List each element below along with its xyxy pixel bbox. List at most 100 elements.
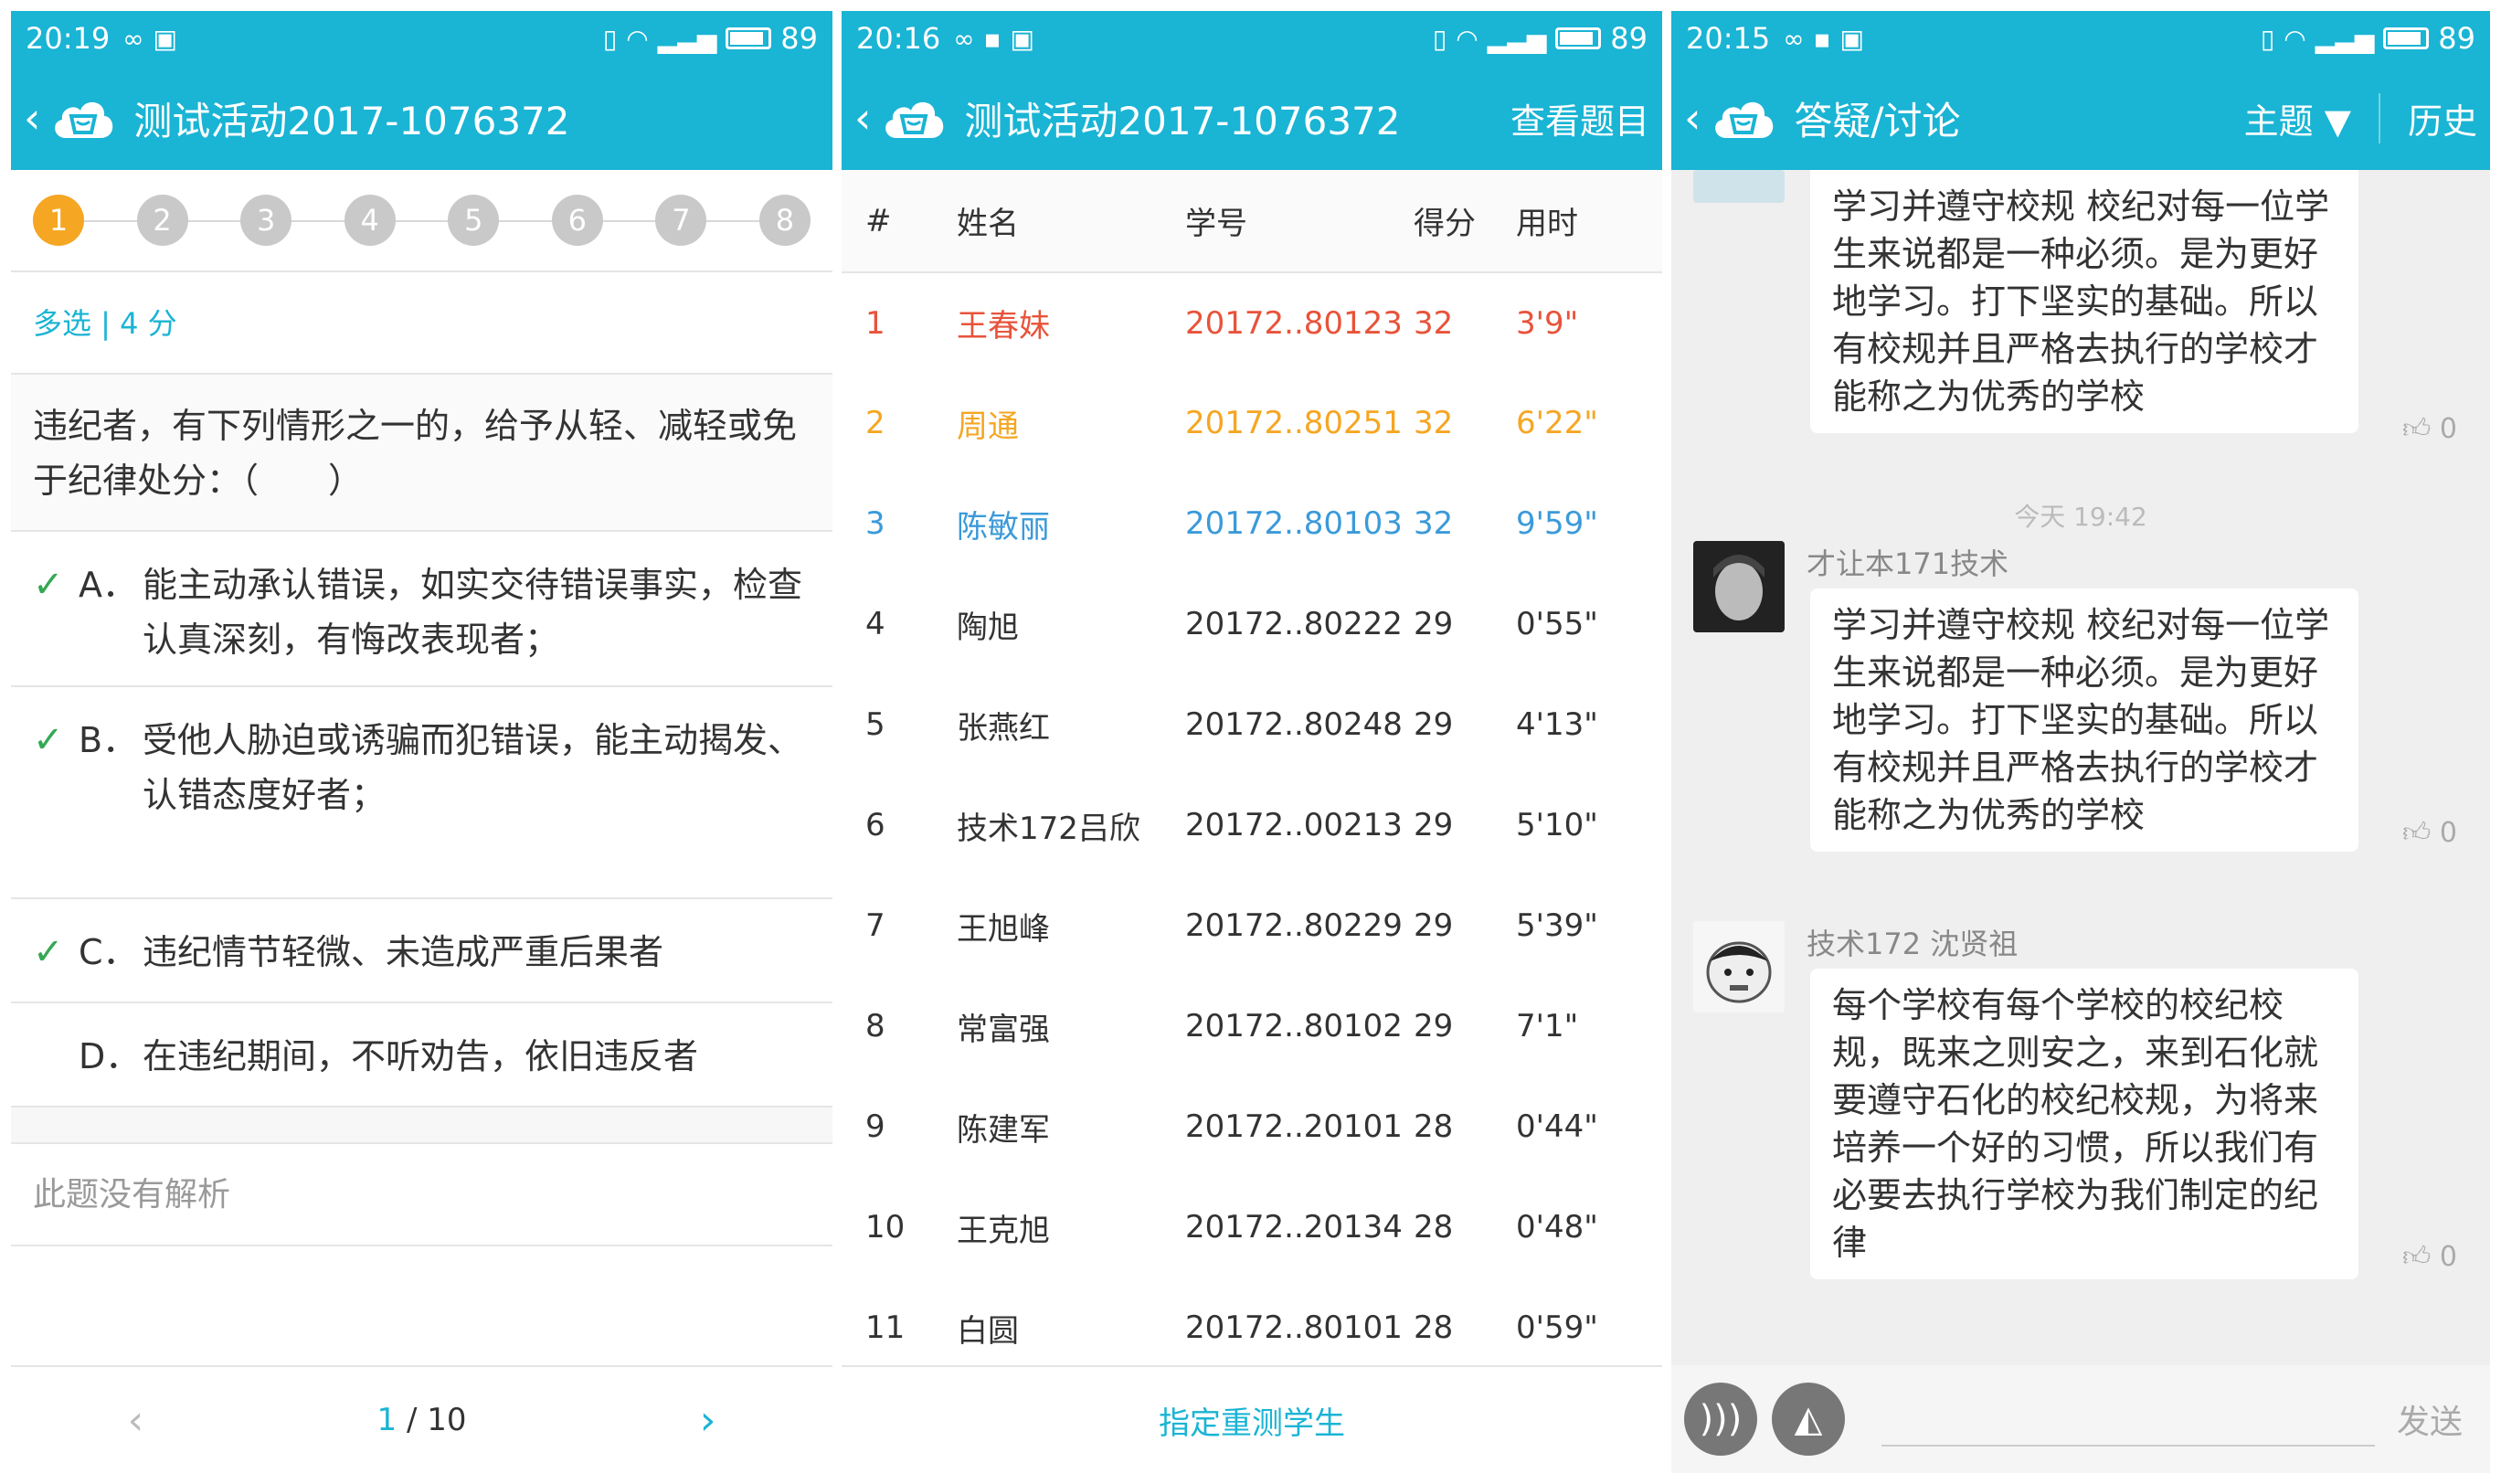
table-row[interactable]: 10 王克旭 20172..20134 28 0'48" — [842, 1177, 1662, 1277]
student-name: 技术172吕欣 — [957, 810, 1140, 847]
student-name: 王克旭 — [957, 1212, 1050, 1249]
input-bar: ))) ◭ 发送 — [1671, 1365, 2490, 1473]
timestamp: 今天 19:42 — [2014, 502, 2147, 532]
signal-icon: ▂▃▅ — [657, 23, 717, 54]
score: 29 — [1414, 1008, 1454, 1044]
avatar — [1693, 170, 1785, 203]
history-button[interactable]: 历史 — [2408, 93, 2477, 143]
step-1[interactable]: 1 — [33, 195, 84, 246]
voice-icon[interactable]: ))) — [1684, 1383, 1757, 1456]
step-6[interactable]: 6 — [551, 195, 603, 246]
table-row[interactable]: 6 技术172吕欣 20172..00213 29 5'10" — [842, 775, 1662, 875]
cartoon-face-icon — [1693, 921, 1785, 1012]
option-text: 能主动承认错误，如实交待错误事实，检查认真深刻，有悔改表现者； — [143, 565, 803, 660]
step-5[interactable]: 5 — [448, 195, 500, 246]
rank-no: 8 — [865, 1008, 885, 1044]
option-b[interactable]: ✓ B． 受他人胁迫或诱骗而犯错误，能主动揭发、认错态度好者； — [11, 687, 832, 899]
view-questions-button[interactable]: 查看题目 — [1510, 93, 1649, 143]
rank-no: 3 — [865, 505, 885, 542]
checkmark-icon: ✓ — [33, 564, 64, 606]
message-list: 学习并遵守校规 校纪对每一位学生来说都是一种必须。是为更好地学习。打下坚实的基础… — [1671, 170, 2490, 1365]
retest-students-button[interactable]: 指定重测学生 — [842, 1365, 1662, 1473]
like-button[interactable]: 👍︎ 0 — [2402, 413, 2457, 446]
message-bubble: 学习并遵守校规 校纪对每一位学生来说都是一种必须。是为更好地学习。打下坚实的基础… — [1810, 170, 2358, 433]
step-2[interactable]: 2 — [136, 195, 188, 246]
step-3[interactable]: 3 — [240, 195, 292, 246]
like-count: 0 — [2439, 413, 2457, 445]
table-row[interactable]: 3 陈敏丽 20172..80103 32 9'59" — [842, 473, 1662, 574]
student-name: 白圆 — [957, 1312, 1019, 1350]
col-header-id: 学号 — [1185, 170, 1414, 273]
score: 32 — [1414, 304, 1454, 342]
table-row[interactable]: 11 白圆 20172..80101 28 0'59" — [842, 1277, 1662, 1378]
step-7[interactable]: 7 — [655, 195, 707, 246]
time-used: 0'55" — [1516, 606, 1598, 642]
time-used: 3'9" — [1516, 304, 1579, 342]
cloud-logo-icon — [49, 92, 117, 143]
option-c[interactable]: ✓ C． 违纪情节轻微、未造成严重后果者 — [11, 899, 832, 1003]
wifi-icon: ◠ — [626, 23, 649, 54]
topic-dropdown[interactable]: 主题 ▼ — [2244, 92, 2380, 143]
app-bar: ‹ 测试活动2017-1076372 查看题目 — [842, 66, 1662, 170]
option-letter: C． — [79, 932, 138, 972]
battery-level: 89 — [2438, 21, 2475, 56]
option-letter: A． — [79, 565, 137, 605]
message-input[interactable] — [1881, 1392, 2375, 1447]
option-d[interactable]: D． 在违纪期间，不听劝告，依旧违反者 — [11, 1003, 832, 1108]
student-name: 陶旭 — [957, 609, 1019, 646]
battery-level: 89 — [1610, 21, 1648, 56]
table-row[interactable]: 4 陶旭 20172..80222 29 0'55" — [842, 574, 1662, 674]
question-text: 违纪者，有下列情形之一的，给予从轻、减轻或免于纪律处分：（ ） — [11, 375, 832, 532]
student-id: 20172..80229 — [1185, 907, 1403, 944]
status-time: 20:15 — [1686, 21, 1771, 56]
student-id: 20172..80123 — [1185, 304, 1403, 342]
checkmark-icon: ✓ — [33, 931, 64, 973]
time-used: 4'13" — [1516, 706, 1598, 743]
table-row[interactable]: 9 陈建军 20172..20101 28 0'44" — [842, 1076, 1662, 1177]
signal-icon: ▂▃▅ — [1487, 23, 1547, 54]
page-current: 1 — [376, 1402, 397, 1438]
table-row[interactable]: 5 张燕红 20172..80248 29 4'13" — [842, 674, 1662, 775]
score: 29 — [1414, 907, 1454, 944]
step-8[interactable]: 8 — [758, 195, 811, 246]
time-used: 0'59" — [1516, 1309, 1598, 1346]
col-header-no: # — [842, 170, 957, 273]
back-icon[interactable]: ‹ — [24, 93, 40, 143]
student-id: 20172..80248 — [1185, 706, 1403, 743]
like-button[interactable]: 👍︎ 0 — [2402, 817, 2457, 850]
rank-no: 11 — [865, 1309, 906, 1346]
table-row[interactable]: 7 王旭峰 20172..80229 29 5'39" — [842, 875, 1662, 976]
send-button[interactable]: 发送 — [2397, 1395, 2463, 1443]
student-id: 20172..00213 — [1185, 807, 1403, 843]
image-icon: ▣ — [153, 23, 178, 54]
cloud-logo-icon — [880, 92, 948, 143]
student-id: 20172..20101 — [1185, 1108, 1403, 1145]
back-icon[interactable]: ‹ — [1684, 93, 1701, 143]
app-bar: ‹ 测试活动2017-1076372 — [11, 66, 832, 170]
student-name: 张燕红 — [957, 709, 1050, 747]
image-picker-icon[interactable]: ◭ — [1772, 1383, 1845, 1456]
like-button[interactable]: 👍︎ 0 — [2402, 1241, 2457, 1274]
student-name: 周通 — [957, 408, 1019, 445]
page-title: 测试活动2017-1076372 — [133, 98, 570, 143]
back-icon[interactable]: ‹ — [854, 93, 871, 143]
image-icon: ▣ — [1839, 23, 1864, 54]
score: 32 — [1414, 405, 1454, 441]
time-used: 5'39" — [1516, 907, 1598, 944]
student-name: 陈敏丽 — [957, 508, 1050, 546]
table-row[interactable]: 8 常富强 20172..80102 29 7'1" — [842, 976, 1662, 1076]
student-id: 20172..80103 — [1185, 505, 1403, 542]
time-used: 9'59" — [1516, 505, 1598, 542]
step-4[interactable]: 4 — [344, 195, 396, 246]
status-bar: 20:19 ∞ ▣ ▯ ◠ ▂▃▅ 89 — [11, 11, 832, 66]
option-a[interactable]: ✓ A． 能主动承认错误，如实交待错误事实，检查认真深刻，有悔改表现者； — [11, 532, 832, 687]
time-used: 5'10" — [1516, 807, 1598, 843]
table-row[interactable]: 2 周通 20172..80251 32 6'22" — [842, 373, 1662, 473]
battery-level: 89 — [780, 21, 818, 56]
page-title: 答疑/讨论 — [1794, 98, 1961, 143]
next-arrow-icon[interactable]: › — [700, 1397, 716, 1444]
page-indicator: 1 / 10 — [377, 1402, 467, 1438]
table-row[interactable]: 1 王春妹 20172..80123 32 3'9" — [842, 272, 1662, 373]
status-time: 20:16 — [856, 21, 941, 56]
prev-arrow-icon[interactable]: ‹ — [128, 1397, 144, 1444]
